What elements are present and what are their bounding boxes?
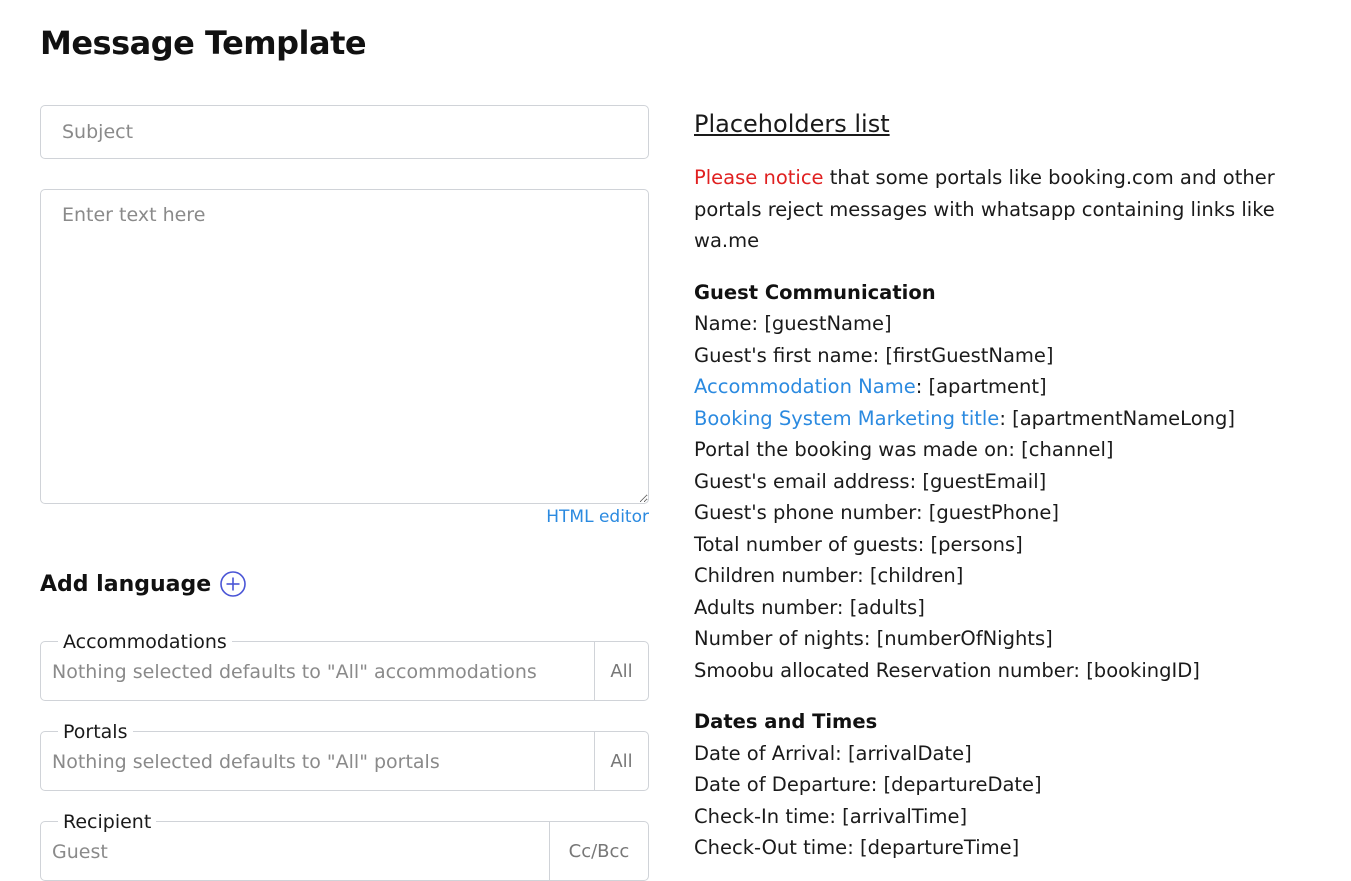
subject-input[interactable] (40, 105, 649, 159)
placeholder-token: [numberOfNights] (876, 627, 1053, 650)
placeholder-token: [guestName] (764, 312, 892, 335)
placeholder-section: Dates and Times Date of Arrival: [arrival… (694, 706, 1314, 864)
placeholder-item: Total number of guests: [persons] (694, 529, 1314, 561)
placeholder-token: [persons] (930, 532, 1023, 556)
placeholder-token: [departureDate] (883, 773, 1042, 796)
placeholder-separator: : (999, 406, 1013, 430)
recipient-label: Recipient (58, 812, 157, 832)
placeholder-item: Name: [guestName] (694, 308, 1314, 340)
placeholder-separator: : (863, 627, 877, 650)
placeholder-item: Children number: [children] (694, 560, 1314, 592)
notice-highlight: Please notice (694, 166, 824, 189)
placeholder-item: Date of Departure: [departureDate] (694, 769, 1314, 801)
placeholder-item: Guest's first name: [firstGuestName] (694, 340, 1314, 372)
placeholder-item: Date of Arrival: [arrivalDate] (694, 738, 1314, 770)
placeholder-token: [departureTime] (859, 836, 1020, 859)
placeholder-item: Accommodation Name: [apartment] (694, 371, 1314, 403)
placeholder-item: Guest's phone number: [guestPhone] (694, 497, 1314, 529)
placeholder-separator: : (917, 532, 931, 556)
placeholder-item: Number of nights: [numberOfNights] (694, 623, 1314, 655)
placeholder-token: [bookingID] (1086, 658, 1200, 682)
placeholders-list-title: Placeholders list (694, 110, 890, 138)
placeholder-token: [channel] (1021, 438, 1114, 461)
placeholder-label: Smoobu allocated Reservation number (694, 658, 1074, 682)
html-editor-row: HTML editor (40, 507, 649, 531)
placeholder-sections: Guest Communication Name: [guestName] Gues… (694, 277, 1314, 864)
placeholder-token: [guestEmail] (922, 469, 1047, 493)
placeholder-token: [arrivalTime] (842, 804, 968, 828)
portals-all-button[interactable]: All (594, 732, 648, 790)
placeholder-separator: : (857, 564, 870, 587)
add-language-title: Add language (40, 571, 212, 597)
placeholder-token: [guestPhone] (928, 501, 1059, 524)
placeholder-token: [arrivalDate] (847, 741, 972, 765)
placeholder-token: [children] (869, 564, 964, 587)
placeholder-item: Guest's email address: [guestEmail] (694, 466, 1314, 498)
placeholder-label: Guest's phone number (694, 501, 916, 524)
section-heading: Guest Communication (694, 280, 936, 304)
placeholders-panel: Placeholders list Please notice that som… (694, 108, 1314, 864)
placeholder-separator: : (847, 836, 860, 859)
placeholder-separator: : (751, 312, 765, 335)
placeholder-separator: : (915, 375, 929, 398)
placeholder-label: Children number (694, 564, 858, 587)
placeholder-token: [adults] (849, 595, 925, 619)
placeholder-item: Smoobu allocated Reservation number: [bo… (694, 655, 1314, 687)
recipient-select[interactable]: Recipient Guest Cc/Bcc (40, 812, 649, 881)
portal-notice: Please notice that some portals like boo… (694, 162, 1314, 257)
add-language-row: Add language (40, 569, 649, 599)
placeholder-label: Check-Out time (694, 836, 848, 859)
placeholder-token: [apartmentNameLong] (1012, 406, 1235, 430)
placeholder-separator: : (870, 773, 884, 796)
message-body-textarea[interactable] (40, 189, 649, 504)
placeholder-separator: : (836, 595, 850, 619)
placeholder-label: Adults number (694, 595, 837, 619)
placeholder-separator: : (872, 343, 886, 367)
placeholder-separator: : (915, 501, 929, 524)
section-heading: Dates and Times (694, 710, 878, 733)
placeholder-label: Guest's email address (694, 469, 910, 493)
placeholder-label: Check-In time (694, 804, 830, 828)
portals-label: Portals (58, 722, 133, 742)
placeholder-label-link[interactable]: Accommodation Name (694, 375, 916, 398)
placeholder-item: Check-In time: [arrivalTime] (694, 801, 1314, 833)
placeholder-label: Portal the booking was made on (694, 438, 1009, 461)
placeholder-item: Adults number: [adults] (694, 592, 1314, 624)
placeholder-separator: : (1008, 438, 1022, 461)
placeholder-item: Portal the booking was made on: [channel… (694, 434, 1314, 466)
page-title: Message Template (40, 24, 367, 62)
placeholder-label: Guest's first name (694, 343, 873, 367)
accommodations-all-button[interactable]: All (594, 642, 648, 700)
placeholder-label: Total number of guests (694, 532, 918, 556)
placeholder-token: [apartment] (928, 375, 1047, 398)
placeholder-label: Date of Arrival (694, 741, 836, 765)
placeholder-label: Number of nights (694, 627, 864, 650)
placeholder-separator: : (909, 469, 923, 493)
html-editor-link[interactable]: HTML editor (546, 507, 649, 527)
placeholder-item: Check-Out time: [departureTime] (694, 832, 1314, 864)
placeholder-label-link[interactable]: Booking System Marketing title (694, 407, 999, 430)
placeholder-token: [firstGuestName] (885, 343, 1054, 367)
portals-select[interactable]: Portals Nothing selected defaults to "Al… (40, 722, 649, 791)
template-form: HTML editor Add language Accommodations … (40, 105, 649, 881)
placeholder-separator: : (835, 741, 848, 765)
accommodations-label: Accommodations (58, 632, 232, 652)
placeholder-separator: : (829, 804, 843, 828)
cc-bcc-button[interactable]: Cc/Bcc (549, 822, 648, 880)
placeholder-label: Name (694, 312, 752, 335)
placeholder-label: Date of Departure (694, 773, 871, 796)
placeholder-section: Guest Communication Name: [guestName] Gues… (694, 277, 1314, 687)
placeholder-separator: : (1073, 658, 1087, 682)
accommodations-select[interactable]: Accommodations Nothing selected defaults… (40, 632, 649, 701)
placeholder-item: Booking System Marketing title: [apartme… (694, 403, 1314, 435)
plus-circle-icon[interactable] (220, 571, 246, 597)
